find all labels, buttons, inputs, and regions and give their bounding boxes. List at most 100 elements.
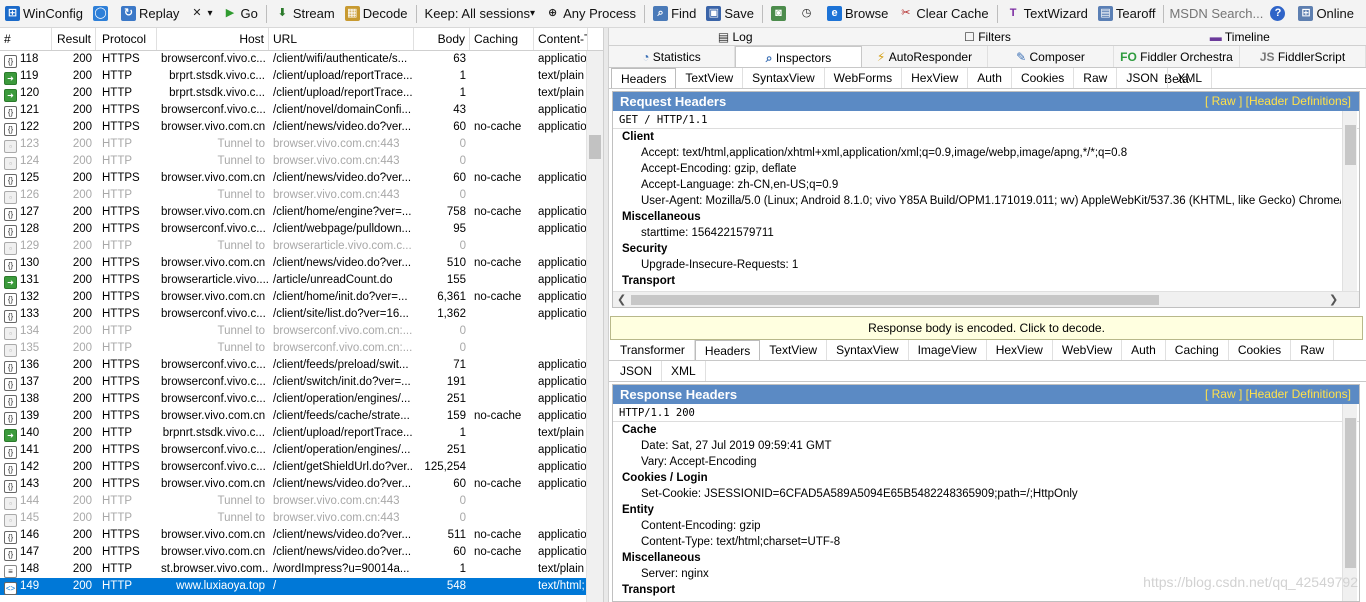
scroll-thumb[interactable] [1345, 125, 1356, 165]
header-item[interactable]: Upgrade-Insecure-Requests: 1 [622, 257, 1341, 273]
scroll-thumb[interactable] [631, 295, 1159, 305]
tab-log[interactable]: ▤ Log [609, 28, 861, 45]
header-section-title[interactable]: Miscellaneous [622, 550, 1359, 566]
clear-cache-button[interactable]: ✂ Clear Cache [893, 0, 993, 28]
session-row[interactable]: {} 139 200 HTTPS browser.vivo.com.cn/client/… [0, 408, 603, 425]
tab-fiddlerscript[interactable]: JS FiddlerScript [1240, 46, 1366, 67]
camera-button[interactable]: ◙ [766, 0, 794, 28]
column-header[interactable]: Body [414, 28, 470, 50]
column-header[interactable]: Caching [470, 28, 534, 50]
subtab-webforms[interactable]: WebForms [825, 68, 903, 88]
subtab-transformer[interactable]: Transformer [611, 340, 695, 360]
subtab-json[interactable]: JSON [611, 361, 663, 381]
subtab-headers[interactable]: Headers [694, 340, 761, 360]
header-item[interactable]: Accept: text/html,application/xhtml+xml,… [622, 145, 1341, 161]
session-row[interactable]: ▫ 126 200 HTTP Tunnel to browser.vivo.com.cn:… [0, 187, 603, 204]
session-row[interactable]: ▫ 144 200 HTTP Tunnel to browser.vivo.com.cn:… [0, 493, 603, 510]
browse-button[interactable]: e Browse [822, 0, 893, 28]
session-row[interactable]: {} 128 200 HTTPS browserconf.vivo.c... /clien… [0, 221, 603, 238]
tab-autoresponder[interactable]: ⚡ AutoResponder [862, 46, 988, 67]
session-row[interactable]: {} 143 200 HTTPS browser.vivo.com.cn/client/… [0, 476, 603, 493]
tab-composer[interactable]: ✎ Composer [988, 46, 1114, 67]
timer-button[interactable]: ◷ [794, 0, 822, 28]
column-header[interactable]: # [0, 28, 52, 50]
tab-timeline[interactable]: ▬ Timeline [1114, 28, 1366, 45]
scroll-left-icon[interactable]: ❮ [617, 293, 626, 306]
subtab-syntaxview[interactable]: SyntaxView [743, 68, 825, 88]
subtab-textview[interactable]: TextView [760, 340, 828, 360]
subtab-syntaxview[interactable]: SyntaxView [827, 340, 909, 360]
request-hscroll[interactable]: ❮ ❯ [613, 291, 1359, 307]
subtab-json[interactable]: JSON [1117, 68, 1169, 88]
header-item[interactable]: Content-Encoding: gzip [622, 518, 1359, 534]
session-row[interactable]: {} 122 200 HTTPS browser.vivo.com.cn/client/… [0, 119, 603, 136]
column-header[interactable]: Content-T [534, 28, 588, 50]
session-row[interactable]: ▫ 135 200 HTTP Tunnel to browserconf.vivo.com… [0, 340, 603, 357]
sessions-scrollbar[interactable] [586, 51, 603, 602]
header-section-title[interactable]: Cookies / Login [622, 470, 1359, 486]
header-item[interactable]: User-Agent: Mozilla/5.0 (Linux; Android … [622, 193, 1341, 209]
header-section-title[interactable]: Miscellaneous [622, 209, 1341, 225]
subtab-auth[interactable]: Auth [968, 68, 1012, 88]
header-item[interactable]: Vary: Accept-Encoding [622, 454, 1359, 470]
comment-button[interactable]: ◯ [88, 0, 116, 28]
header-item[interactable]: Set-Cookie: JSESSIONID=6CFAD5A589A5094E6… [622, 486, 1359, 502]
response-vscroll[interactable] [1342, 404, 1357, 601]
session-row[interactable]: {} 127 200 HTTPS browser.vivo.com.cn/client/… [0, 204, 603, 221]
session-row[interactable]: {} 121 200 HTTPS browserconf.vivo.c... /clien… [0, 102, 603, 119]
stream-button[interactable]: ⬇ Stream [270, 0, 340, 28]
header-item[interactable]: Content-Type: text/html;charset=UTF-8 [622, 534, 1359, 550]
replay-button[interactable]: ↻ Replay [116, 0, 184, 28]
session-row[interactable]: ▫ 123 200 HTTP Tunnel to browser.vivo.com.cn:… [0, 136, 603, 153]
session-row[interactable]: {} 125 200 HTTPS browser.vivo.com.cn/client/… [0, 170, 603, 187]
any-process-button[interactable]: ⊕ Any Process [540, 0, 641, 28]
request-header-links[interactable]: [ Raw ] [Header Definitions] [1205, 92, 1359, 111]
column-header[interactable]: URL [269, 28, 414, 50]
go-button[interactable]: ▶ Go [217, 0, 262, 28]
header-item[interactable]: starttime: 1564221579711 [622, 225, 1341, 241]
tab-filters[interactable]: ☐ Filters [861, 28, 1113, 45]
find-button[interactable]: ⌕ Find [648, 0, 701, 28]
decode-notice[interactable]: Response body is encoded. Click to decod… [610, 316, 1363, 340]
header-item[interactable]: Accept-Language: zh-CN,en-US;q=0.9 [622, 177, 1341, 193]
session-row[interactable]: {} 141 200 HTTPS browserconf.vivo.c... /clien… [0, 442, 603, 459]
session-row[interactable]: {} 130 200 HTTPS browser.vivo.com.cn/client/… [0, 255, 603, 272]
scroll-thumb[interactable] [1345, 418, 1356, 568]
subtab-hexview[interactable]: HexView [987, 340, 1053, 360]
session-row[interactable]: {} 142 200 HTTPS browserconf.vivo.c... /clien… [0, 459, 603, 476]
subtab-textview[interactable]: TextView [676, 68, 744, 88]
session-row[interactable]: {} 118 200 HTTPS browserconf.vivo.c... /clien… [0, 51, 603, 68]
session-row[interactable]: {} 136 200 HTTPS browserconf.vivo.c... /clien… [0, 357, 603, 374]
tab-inspectors[interactable]: ⌕ Inspectors [735, 46, 862, 67]
session-row[interactable]: <> 149 200 HTTP www.luxiaoya.top / 548 text/htm… [0, 578, 603, 595]
session-row[interactable]: ▫ 124 200 HTTP Tunnel to browser.vivo.com.cn:… [0, 153, 603, 170]
header-section-title[interactable]: Entity [622, 502, 1359, 518]
msdn-search-input[interactable] [1167, 3, 1266, 24]
help-button[interactable]: ? [1265, 0, 1293, 28]
remove-button[interactable]: ✕ ▾ [184, 0, 217, 28]
save-button[interactable]: ▣ Save [701, 0, 759, 28]
session-row[interactable]: {} 133 200 HTTPS browserconf.vivo.c... /clien… [0, 306, 603, 323]
subtab-caching[interactable]: Caching [1166, 340, 1229, 360]
subtab-webview[interactable]: WebView [1053, 340, 1123, 360]
subtab-auth[interactable]: Auth [1122, 340, 1166, 360]
session-row[interactable]: ▫ 145 200 HTTP Tunnel to browser.vivo.com.cn:… [0, 510, 603, 527]
session-row[interactable]: ➜ 131 200 HTTPS browserarticle.vivo.... /arti… [0, 272, 603, 289]
decode-button[interactable]: ▦ Decode [340, 0, 413, 28]
header-section-title[interactable]: Transport [622, 273, 1341, 289]
session-row[interactable]: {} 147 200 HTTPS browser.vivo.com.cn/client/… [0, 544, 603, 561]
column-header[interactable]: Host [157, 28, 269, 50]
subtab-headers[interactable]: Headers [611, 68, 677, 88]
session-row[interactable]: {} 137 200 HTTPS browserconf.vivo.c... /clien… [0, 374, 603, 391]
subtab-xml[interactable]: XML [1168, 68, 1213, 88]
tearoff-button[interactable]: ▤ Tearoff [1093, 0, 1161, 28]
column-header[interactable]: Result [52, 28, 96, 50]
scroll-right-icon[interactable]: ❯ [1329, 293, 1338, 306]
header-section-title[interactable]: Cache [622, 422, 1359, 438]
session-row[interactable]: ➜ 120 200 HTTP brprt.stsdk.vivo.c... /client/… [0, 85, 603, 102]
session-row[interactable]: ▫ 134 200 HTTP Tunnel to browserconf.vivo.com… [0, 323, 603, 340]
session-row[interactable]: {} 146 200 HTTPS browser.vivo.com.cn/client/… [0, 527, 603, 544]
subtab-xml[interactable]: XML [662, 361, 706, 381]
subtab-raw[interactable]: Raw [1074, 68, 1118, 88]
session-row[interactable]: ➜ 140 200 HTTP brpnrt.stsdk.vivo.c... /client… [0, 425, 603, 442]
